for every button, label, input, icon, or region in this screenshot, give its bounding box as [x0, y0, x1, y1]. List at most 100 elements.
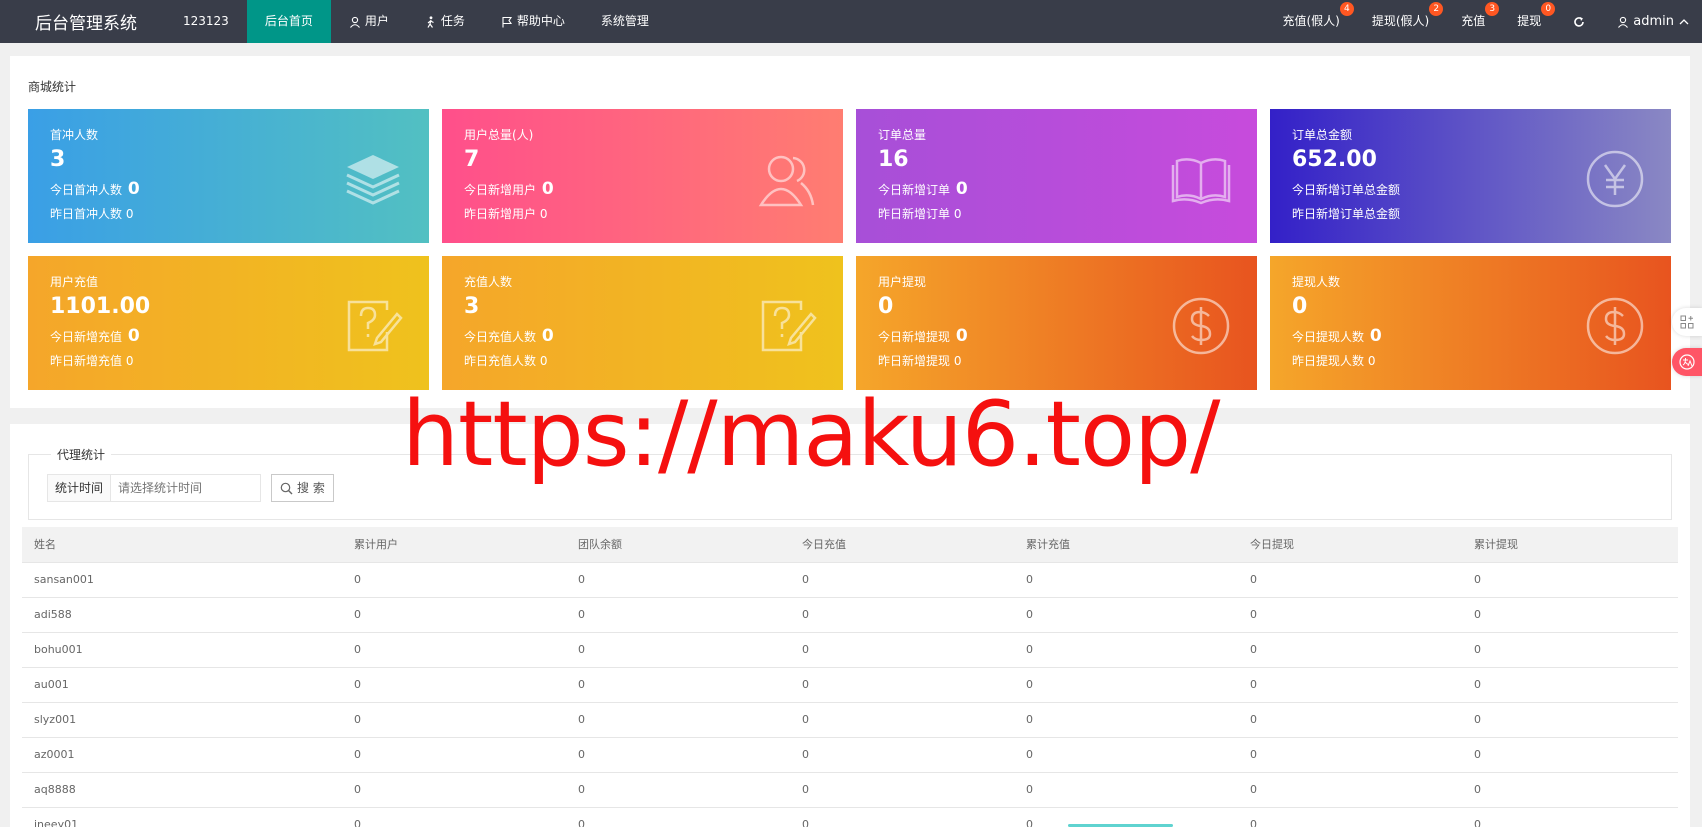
table-cell: 0 — [1014, 632, 1238, 668]
fieldset-legend: 代理统计 — [51, 446, 112, 463]
translate-button[interactable] — [1672, 348, 1702, 376]
col-header[interactable]: 团队余额 — [566, 527, 790, 563]
table-cell: 0 — [1014, 702, 1238, 738]
table-cell: 0 — [1238, 667, 1462, 703]
table-cell: 0 — [1238, 702, 1462, 738]
user-menu[interactable]: admin — [1601, 0, 1702, 43]
refresh-button[interactable] — [1557, 0, 1601, 43]
table-row[interactable]: jneey01 0 0 0 0 0 0 — [22, 807, 1678, 827]
table-cell: 0 — [790, 667, 1014, 703]
nav-item-users[interactable]: 用户 — [331, 0, 407, 43]
stat-card-recharge-users: 充值人数 3 今日充值人数 0 昨日充值人数 0 — [442, 256, 843, 390]
main-nav: 123123 后台首页 用户 任务 帮助中心 系统管理 — [165, 0, 667, 43]
link-label: 充值(假人) — [1282, 14, 1340, 28]
table-row[interactable]: adi588 0 0 0 0 0 0 — [22, 597, 1678, 633]
table-cell: 0 — [790, 737, 1014, 773]
table-row[interactable]: slyz001 0 0 0 0 0 0 — [22, 702, 1678, 738]
stat-card-user-recharge: 用户充值 1101.00 今日新增充值 0 昨日新增充值 0 — [28, 256, 429, 390]
fake-withdraw-link[interactable]: 提现(假人) 2 — [1356, 0, 1445, 43]
table-cell: 0 — [790, 702, 1014, 738]
table-cell: 0 — [566, 667, 790, 703]
today-label: 今日首冲人数 — [50, 183, 123, 197]
count-badge: 4 — [1339, 2, 1354, 16]
nav-item-system[interactable]: 系统管理 — [583, 0, 667, 43]
table-cell: adi588 — [22, 597, 342, 633]
yen-icon — [1586, 150, 1644, 208]
nav-label: 系统管理 — [600, 14, 649, 28]
today-label: 今日提现人数 — [1292, 330, 1365, 344]
right-nav: 充值(假人) 4 提现(假人) 2 充值 3 提现 0 admin — [1266, 0, 1702, 43]
card-label: 订单总量 — [878, 128, 927, 142]
watermark-url: https://maku6.top/ — [402, 382, 1220, 487]
col-header[interactable]: 姓名 — [22, 527, 342, 563]
filter-row: 统计时间 搜 索 — [47, 474, 334, 502]
table-row[interactable]: au001 0 0 0 0 0 0 — [22, 667, 1678, 703]
fake-recharge-link[interactable]: 充值(假人) 4 — [1266, 0, 1355, 43]
nav-item-123123[interactable]: 123123 — [165, 0, 247, 43]
col-header[interactable]: 今日充值 — [790, 527, 1014, 563]
refresh-icon — [1574, 16, 1585, 27]
table-cell: 0 — [566, 807, 790, 827]
today-label: 今日新增提现 — [878, 330, 951, 344]
nav-label: 123123 — [183, 14, 229, 28]
table-cell: 0 — [1238, 737, 1462, 773]
table-cell: 0 — [1014, 737, 1238, 773]
mall-stats-panel: 商城统计 首冲人数 3 今日首冲人数 0 昨日首冲人数 0 用户总量(人) 7 … — [10, 56, 1690, 408]
users-icon — [758, 155, 815, 207]
table-cell: 0 — [1462, 632, 1678, 668]
count-badge: 0 — [1541, 2, 1556, 16]
dollar-icon — [1172, 297, 1230, 355]
table-cell: 0 — [342, 702, 566, 738]
table-cell: 0 — [790, 632, 1014, 668]
recharge-link[interactable]: 充值 3 — [1445, 0, 1501, 43]
col-header[interactable]: 累计提现 — [1462, 527, 1678, 563]
withdraw-link[interactable]: 提现 0 — [1501, 0, 1557, 43]
table-cell: 0 — [342, 772, 566, 808]
table-cell: 0 — [1014, 667, 1238, 703]
nav-label: 帮助中心 — [516, 14, 565, 28]
table-cell: 0 — [342, 597, 566, 633]
nav-label: 任务 — [440, 14, 465, 28]
table-cell: 0 — [1014, 597, 1238, 633]
table-cell: 0 — [1014, 562, 1238, 598]
stat-card-first-deposit: 首冲人数 3 今日首冲人数 0 昨日首冲人数 0 — [28, 109, 429, 243]
walk-icon — [427, 15, 434, 28]
search-button[interactable]: 搜 索 — [271, 474, 334, 502]
nav-item-help[interactable]: 帮助中心 — [483, 0, 583, 43]
table-cell: 0 — [342, 562, 566, 598]
date-range-input[interactable] — [111, 474, 262, 502]
table-cell: 0 — [790, 562, 1014, 598]
table-row[interactable]: az0001 0 0 0 0 0 0 — [22, 737, 1678, 773]
nav-item-tasks[interactable]: 任务 — [407, 0, 483, 43]
card-label: 充值人数 — [464, 275, 513, 289]
table-cell: 0 — [1238, 772, 1462, 808]
app-grid-button[interactable] — [1672, 308, 1702, 336]
table-cell: 0 — [566, 597, 790, 633]
table-cell: az0001 — [22, 737, 342, 773]
table-row[interactable]: sansan001 0 0 0 0 0 0 — [22, 562, 1678, 598]
stats-cards: 首冲人数 3 今日首冲人数 0 昨日首冲人数 0 用户总量(人) 7 今日新增用… — [28, 109, 1672, 390]
nav-label: 用户 — [364, 14, 389, 28]
user-icon — [349, 16, 360, 28]
table-cell: jneey01 — [22, 807, 342, 827]
table-cell: 0 — [1238, 807, 1462, 827]
today-value: 0 — [1369, 326, 1382, 346]
top-navbar: 后台管理系统 123123 后台首页 用户 任务 帮助中心 系统管理 充值(假人… — [0, 0, 1702, 43]
stat-card-order-amount: 订单总金额 652.00 今日新增订单总金额 昨日新增订单总金额 — [1270, 109, 1671, 243]
col-header[interactable]: 累计充值 — [1014, 527, 1238, 563]
link-label: 提现(假人) — [1371, 14, 1430, 28]
table-row[interactable]: bohu001 0 0 0 0 0 0 — [22, 632, 1678, 668]
grid-plus-icon — [1680, 315, 1694, 329]
nav-item-home[interactable]: 后台首页 — [246, 0, 331, 43]
table-cell: 0 — [342, 632, 566, 668]
today-value: 0 — [955, 179, 968, 199]
table-cell: 0 — [1462, 807, 1678, 827]
table-cell: 0 — [1462, 562, 1678, 598]
today-label: 今日新增订单总金额 — [1292, 183, 1401, 197]
col-header[interactable]: 今日提现 — [1238, 527, 1462, 563]
table-cell: 0 — [1462, 737, 1678, 773]
today-value: 0 — [127, 326, 140, 346]
question-edit-icon — [761, 300, 817, 352]
table-row[interactable]: aq8888 0 0 0 0 0 0 — [22, 772, 1678, 808]
col-header[interactable]: 累计用户 — [342, 527, 566, 563]
